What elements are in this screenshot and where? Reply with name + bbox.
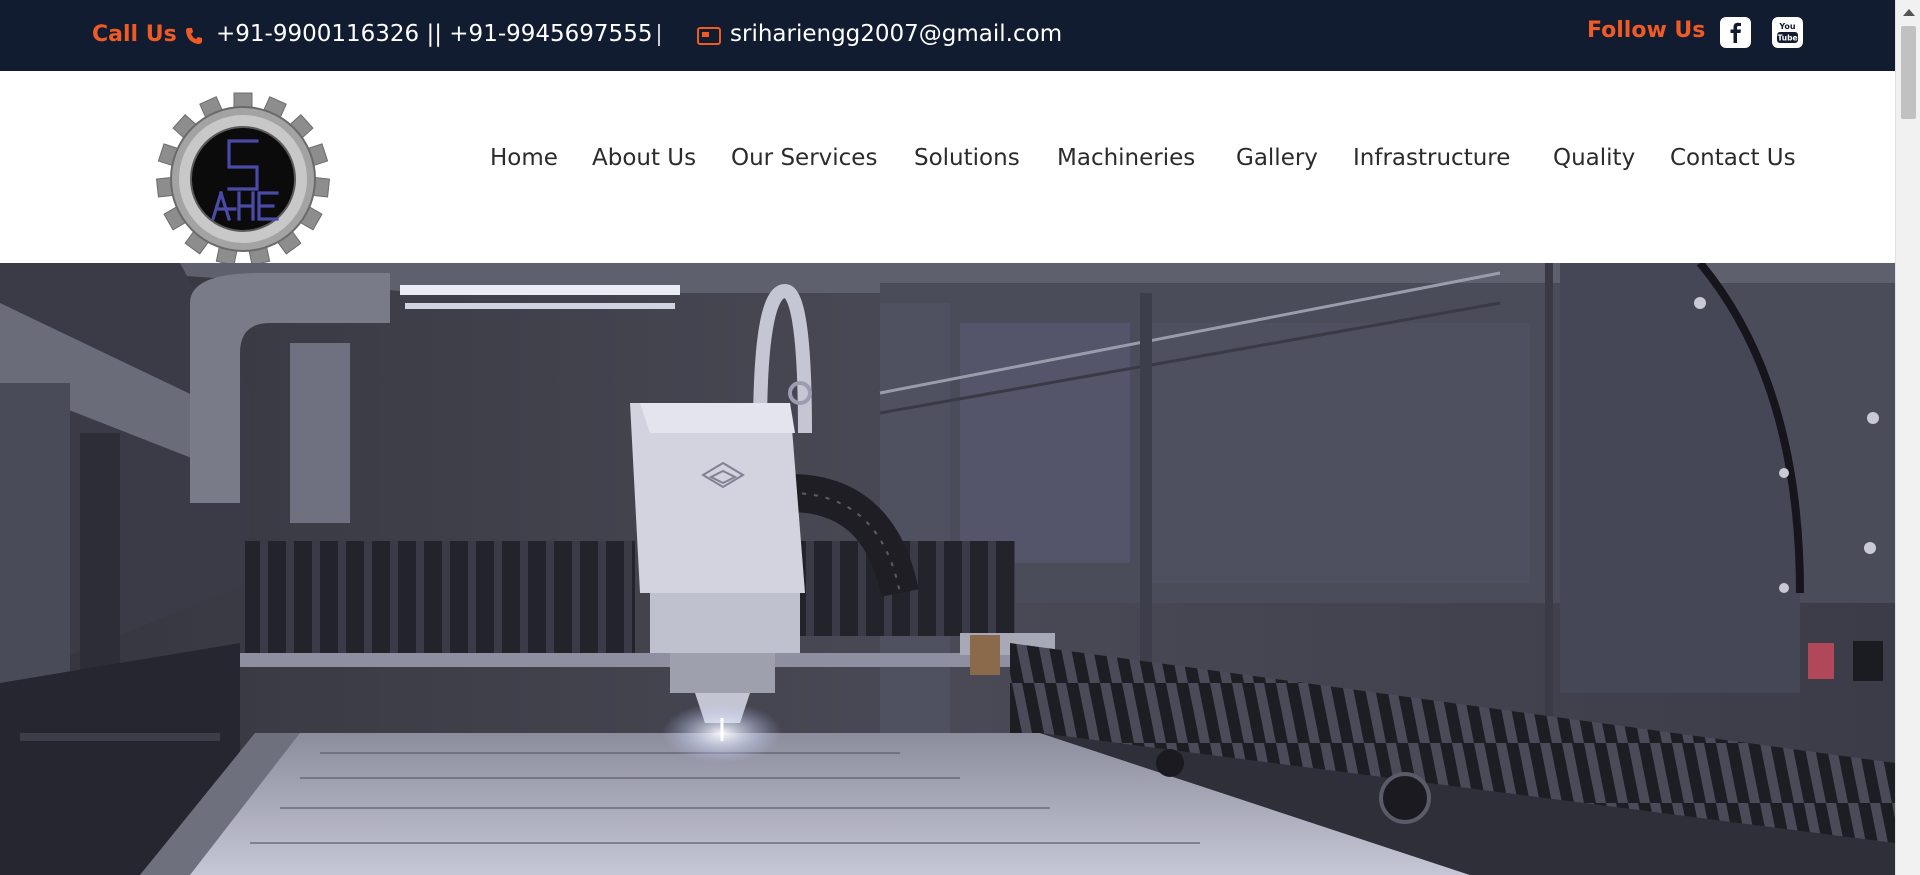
nav-quality[interactable]: Quality	[1553, 145, 1635, 171]
nav-solutions[interactable]: Solutions	[914, 145, 1020, 171]
mail-icon	[697, 27, 721, 45]
svg-text:You: You	[1778, 22, 1796, 31]
hero-laser-cutting-image	[0, 263, 1895, 875]
scroll-up-icon[interactable]	[1903, 9, 1915, 16]
phone-icon	[184, 26, 204, 46]
call-us-label: Call Us	[92, 22, 177, 47]
svg-text:Tube: Tube	[1777, 34, 1797, 43]
facebook-icon[interactable]	[1720, 17, 1751, 48]
nav-machineries[interactable]: Machineries	[1057, 145, 1195, 171]
company-logo[interactable]	[155, 91, 331, 267]
email-link[interactable]: sriharie​ngg2007@gmail.com	[730, 21, 1062, 47]
nav-gallery[interactable]: Gallery	[1236, 145, 1318, 171]
nav-home[interactable]: Home	[490, 145, 558, 171]
nav-infrastructure[interactable]: Infrastructure	[1353, 145, 1510, 171]
follow-us-label: Follow Us	[1587, 18, 1706, 43]
nav-contact-us[interactable]: Contact Us	[1670, 145, 1796, 171]
top-contact-bar: Call Us +91-9900116326 || +91-9945697555…	[0, 0, 1895, 71]
page-scrollbar[interactable]	[1895, 0, 1920, 875]
youtube-icon[interactable]: You Tube	[1772, 17, 1803, 48]
nav-about-us[interactable]: About Us	[592, 145, 696, 171]
nav-our-services[interactable]: Our Services	[731, 145, 877, 171]
phone-numbers-link[interactable]: +91-9900116326 || +91-9945697555	[216, 21, 652, 47]
scrollbar-thumb[interactable]	[1901, 26, 1916, 119]
divider	[658, 24, 660, 46]
site-header: Home About Us Our Services Solutions Mac…	[0, 71, 1895, 266]
page: Call Us +91-9900116326 || +91-9945697555…	[0, 0, 1920, 875]
